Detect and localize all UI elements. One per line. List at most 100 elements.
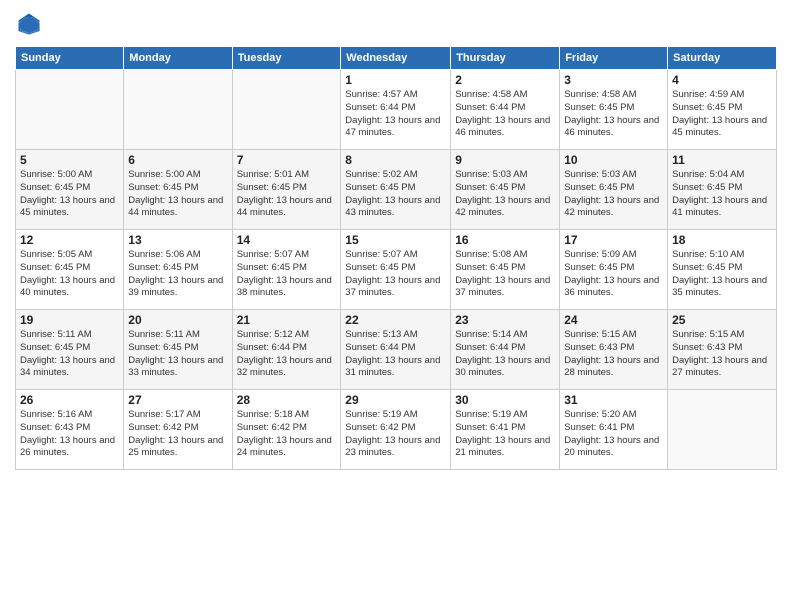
calendar-cell: 28 Sunrise: 5:18 AM Sunset: 6:42 PM Dayli… [232,390,341,470]
calendar-cell: 6 Sunrise: 5:00 AM Sunset: 6:45 PM Daylig… [124,150,232,230]
day-number: 7 [237,153,337,167]
day-info: Sunrise: 5:08 AM Sunset: 6:45 PM Dayligh… [455,249,555,300]
day-info: Sunrise: 5:07 AM Sunset: 6:45 PM Dayligh… [237,249,337,300]
day-number: 1 [345,73,446,87]
day-number: 23 [455,313,555,327]
day-number: 13 [128,233,227,247]
day-number: 21 [237,313,337,327]
day-info: Sunrise: 5:03 AM Sunset: 6:45 PM Dayligh… [455,169,555,220]
calendar-weekday-sunday: Sunday [16,47,124,70]
day-number: 14 [237,233,337,247]
calendar-cell: 29Sunrise: 5:19 AM Sunset: 6:42 PM Dayli… [341,390,451,470]
day-number: 31 [564,393,663,407]
calendar-cell: 19 Sunrise: 5:11 AM Sunset: 6:45 PM Dayli… [16,310,124,390]
calendar-cell [16,70,124,150]
day-info: Sunrise: 5:07 AM Sunset: 6:45 PM Dayligh… [345,249,446,300]
day-info: Sunrise: 5:18 AM Sunset: 6:42 PM Dayligh… [237,409,337,460]
day-info: Sunrise: 5:06 AM Sunset: 6:45 PM Dayligh… [128,249,227,300]
day-info: Sunrise: 5:00 AM Sunset: 6:45 PM Dayligh… [128,169,227,220]
calendar-cell: 13 Sunrise: 5:06 AM Sunset: 6:45 PM Dayli… [124,230,232,310]
day-info: Sunrise: 5:11 AM Sunset: 6:45 PM Dayligh… [20,329,119,380]
day-number: 9 [455,153,555,167]
calendar-header-row: SundayMondayTuesdayWednesdayThursdayFrid… [16,47,777,70]
calendar-weekday-saturday: Saturday [668,47,777,70]
day-info: Sunrise: 4:59 AM Sunset: 6:45 PM Dayligh… [672,89,772,140]
day-number: 6 [128,153,227,167]
calendar-cell: 31 Sunrise: 5:20 AM Sunset: 6:41 PM Dayli… [560,390,668,470]
calendar-cell [232,70,341,150]
calendar-cell: 10 Sunrise: 5:03 AM Sunset: 6:45 PM Dayli… [560,150,668,230]
calendar-cell: 8Sunrise: 5:02 AM Sunset: 6:45 PM Daylig… [341,150,451,230]
day-number: 30 [455,393,555,407]
day-number: 24 [564,313,663,327]
day-number: 18 [672,233,772,247]
calendar-cell: 4 Sunrise: 4:59 AM Sunset: 6:45 PM Daylig… [668,70,777,150]
calendar-cell: 21 Sunrise: 5:12 AM Sunset: 6:44 PM Dayli… [232,310,341,390]
day-info: Sunrise: 5:03 AM Sunset: 6:45 PM Dayligh… [564,169,663,220]
day-info: Sunrise: 5:16 AM Sunset: 6:43 PM Dayligh… [20,409,119,460]
calendar-week-row: 19 Sunrise: 5:11 AM Sunset: 6:45 PM Dayli… [16,310,777,390]
calendar-cell: 24 Sunrise: 5:15 AM Sunset: 6:43 PM Dayli… [560,310,668,390]
day-info: Sunrise: 5:15 AM Sunset: 6:43 PM Dayligh… [564,329,663,380]
day-info: Sunrise: 5:10 AM Sunset: 6:45 PM Dayligh… [672,249,772,300]
day-info: Sunrise: 4:58 AM Sunset: 6:44 PM Dayligh… [455,89,555,140]
calendar-cell: 20Sunrise: 5:11 AM Sunset: 6:45 PM Dayli… [124,310,232,390]
day-number: 27 [128,393,227,407]
day-number: 22 [345,313,446,327]
logo-icon [15,10,43,38]
day-info: Sunrise: 5:04 AM Sunset: 6:45 PM Dayligh… [672,169,772,220]
calendar-week-row: 12Sunrise: 5:05 AM Sunset: 6:45 PM Dayli… [16,230,777,310]
calendar-weekday-monday: Monday [124,47,232,70]
day-info: Sunrise: 5:19 AM Sunset: 6:41 PM Dayligh… [455,409,555,460]
calendar-cell: 16 Sunrise: 5:08 AM Sunset: 6:45 PM Dayli… [451,230,560,310]
calendar-weekday-tuesday: Tuesday [232,47,341,70]
day-number: 17 [564,233,663,247]
calendar-week-row: 5Sunrise: 5:00 AM Sunset: 6:45 PM Daylig… [16,150,777,230]
calendar-week-row: 1Sunrise: 4:57 AM Sunset: 6:44 PM Daylig… [16,70,777,150]
calendar-weekday-friday: Friday [560,47,668,70]
calendar-cell: 9 Sunrise: 5:03 AM Sunset: 6:45 PM Daylig… [451,150,560,230]
day-info: Sunrise: 5:05 AM Sunset: 6:45 PM Dayligh… [20,249,119,300]
day-info: Sunrise: 5:09 AM Sunset: 6:45 PM Dayligh… [564,249,663,300]
calendar-cell: 3Sunrise: 4:58 AM Sunset: 6:45 PM Daylig… [560,70,668,150]
calendar-cell: 26 Sunrise: 5:16 AM Sunset: 6:43 PM Dayli… [16,390,124,470]
day-number: 10 [564,153,663,167]
day-number: 28 [237,393,337,407]
day-info: Sunrise: 5:12 AM Sunset: 6:44 PM Dayligh… [237,329,337,380]
calendar-cell: 27 Sunrise: 5:17 AM Sunset: 6:42 PM Dayli… [124,390,232,470]
calendar-cell: 15 Sunrise: 5:07 AM Sunset: 6:45 PM Dayli… [341,230,451,310]
calendar-cell: 5Sunrise: 5:00 AM Sunset: 6:45 PM Daylig… [16,150,124,230]
calendar-cell: 7 Sunrise: 5:01 AM Sunset: 6:45 PM Daylig… [232,150,341,230]
calendar-cell: 2 Sunrise: 4:58 AM Sunset: 6:44 PM Daylig… [451,70,560,150]
calendar-weekday-wednesday: Wednesday [341,47,451,70]
day-info: Sunrise: 5:13 AM Sunset: 6:44 PM Dayligh… [345,329,446,380]
day-number: 19 [20,313,119,327]
calendar-cell: 1Sunrise: 4:57 AM Sunset: 6:44 PM Daylig… [341,70,451,150]
day-info: Sunrise: 5:01 AM Sunset: 6:45 PM Dayligh… [237,169,337,220]
day-number: 4 [672,73,772,87]
day-number: 2 [455,73,555,87]
day-number: 16 [455,233,555,247]
day-info: Sunrise: 5:20 AM Sunset: 6:41 PM Dayligh… [564,409,663,460]
day-number: 15 [345,233,446,247]
day-number: 11 [672,153,772,167]
header [15,10,777,38]
day-info: Sunrise: 5:19 AM Sunset: 6:42 PM Dayligh… [345,409,446,460]
calendar-weekday-thursday: Thursday [451,47,560,70]
logo [15,10,47,38]
calendar-cell: 23 Sunrise: 5:14 AM Sunset: 6:44 PM Dayli… [451,310,560,390]
calendar-cell: 17 Sunrise: 5:09 AM Sunset: 6:45 PM Dayli… [560,230,668,310]
calendar-cell: 14 Sunrise: 5:07 AM Sunset: 6:45 PM Dayli… [232,230,341,310]
calendar-cell [668,390,777,470]
calendar-cell: 25Sunrise: 5:15 AM Sunset: 6:43 PM Dayli… [668,310,777,390]
page: SundayMondayTuesdayWednesdayThursdayFrid… [0,0,792,612]
day-number: 26 [20,393,119,407]
day-info: Sunrise: 5:17 AM Sunset: 6:42 PM Dayligh… [128,409,227,460]
calendar-cell: 11 Sunrise: 5:04 AM Sunset: 6:45 PM Dayli… [668,150,777,230]
calendar-week-row: 26 Sunrise: 5:16 AM Sunset: 6:43 PM Dayli… [16,390,777,470]
calendar-cell: 30 Sunrise: 5:19 AM Sunset: 6:41 PM Dayli… [451,390,560,470]
calendar-cell: 18 Sunrise: 5:10 AM Sunset: 6:45 PM Dayli… [668,230,777,310]
day-info: Sunrise: 5:14 AM Sunset: 6:44 PM Dayligh… [455,329,555,380]
calendar-table: SundayMondayTuesdayWednesdayThursdayFrid… [15,46,777,470]
day-info: Sunrise: 5:11 AM Sunset: 6:45 PM Dayligh… [128,329,227,380]
